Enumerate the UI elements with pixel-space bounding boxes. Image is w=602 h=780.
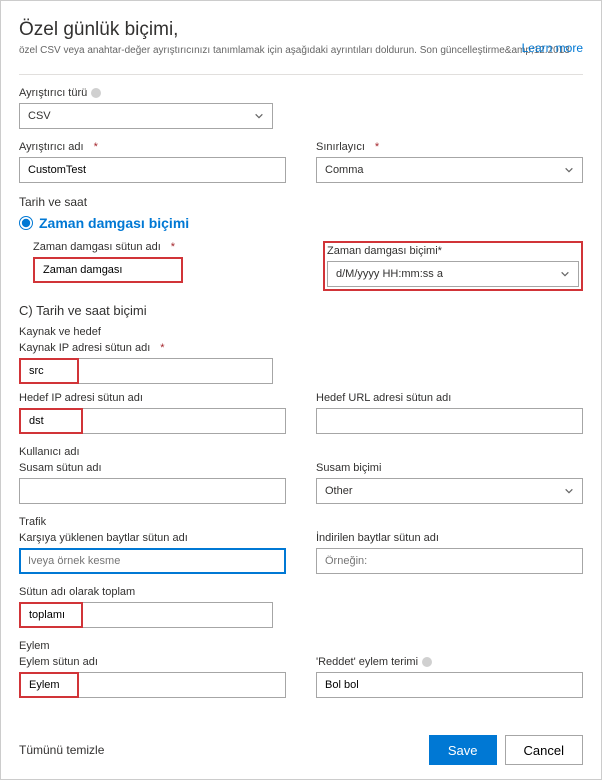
save-button[interactable]: Save xyxy=(429,735,497,765)
ts-column-input[interactable] xyxy=(33,257,183,283)
sesame-fmt-label: Susam biçimi xyxy=(316,462,583,474)
parser-type-select[interactable]: CSV xyxy=(19,103,273,129)
action-section: Eylem xyxy=(19,640,583,652)
src-ip-input[interactable] xyxy=(19,358,79,384)
traffic-section: Trafik xyxy=(19,516,583,528)
total-col-input[interactable] xyxy=(19,602,83,628)
user-section: Kullanıcı adı xyxy=(19,446,583,458)
parser-type-label: Ayrıştırıcı türü xyxy=(19,87,583,99)
total-col-label: Sütun adı olarak toplam xyxy=(19,586,583,598)
delimiter-label: Sınırlayıcı* xyxy=(316,141,583,153)
timestamp-format-radio-label: Zaman damgası biçimi xyxy=(39,215,189,231)
src-ip-label: Kaynak IP adresi sütun adı* xyxy=(19,342,583,354)
parser-name-input[interactable] xyxy=(19,157,286,183)
deny-term-label: 'Reddet' eylem terimi xyxy=(316,656,583,668)
dst-url-input[interactable] xyxy=(316,408,583,434)
chevron-down-icon xyxy=(564,165,574,175)
learn-more-link[interactable]: Learn more xyxy=(522,41,583,55)
divider xyxy=(19,74,583,75)
action-col-label: Eylem sütun adı xyxy=(19,656,286,668)
page-title: Özel günlük biçimi, xyxy=(19,19,583,41)
sesame-col-input[interactable] xyxy=(19,478,286,504)
sesame-col-label: Susam sütun adı xyxy=(19,462,286,474)
action-col-input[interactable] xyxy=(19,672,79,698)
sesame-fmt-select[interactable]: Other xyxy=(316,478,583,504)
info-icon xyxy=(91,88,101,98)
clear-all-link[interactable]: Tümünü temizle xyxy=(19,743,104,757)
chevron-down-icon xyxy=(560,269,570,279)
cancel-button[interactable]: Cancel xyxy=(505,735,583,765)
page-subtitle: özel CSV veya anahtar-değer ayrıştırıcın… xyxy=(19,45,583,56)
downloaded-bytes-input[interactable] xyxy=(316,548,583,574)
dst-url-label: Hedef URL adresi sütun adı xyxy=(316,392,583,404)
ts-format-label: Zaman damgası biçimi* xyxy=(327,245,579,257)
delimiter-select[interactable]: Comma xyxy=(316,157,583,183)
date-time-section: Tarih ve saat xyxy=(19,195,583,209)
date-time-alt-section: C) Tarih ve saat biçimi xyxy=(19,303,583,318)
chevron-down-icon xyxy=(254,111,264,121)
ts-format-select[interactable]: d/M/yyyy HH:mm:ss a xyxy=(327,261,579,287)
dst-ip-input[interactable] xyxy=(19,408,83,434)
chevron-down-icon xyxy=(564,486,574,496)
info-icon xyxy=(422,657,432,667)
src-dst-section: Kaynak ve hedef xyxy=(19,326,583,338)
downloaded-bytes-label: İndirilen baytlar sütun adı xyxy=(316,532,583,544)
uploaded-bytes-label: Karşıya yüklenen baytlar sütun adı xyxy=(19,532,286,544)
dst-ip-label: Hedef IP adresi sütun adı xyxy=(19,392,286,404)
ts-column-label: Zaman damgası sütun adı* xyxy=(33,241,293,253)
parser-name-label: Ayrıştırıcı adı* xyxy=(19,141,286,153)
deny-term-input[interactable] xyxy=(316,672,583,698)
timestamp-format-radio[interactable] xyxy=(19,216,33,230)
uploaded-bytes-input[interactable] xyxy=(19,548,286,574)
